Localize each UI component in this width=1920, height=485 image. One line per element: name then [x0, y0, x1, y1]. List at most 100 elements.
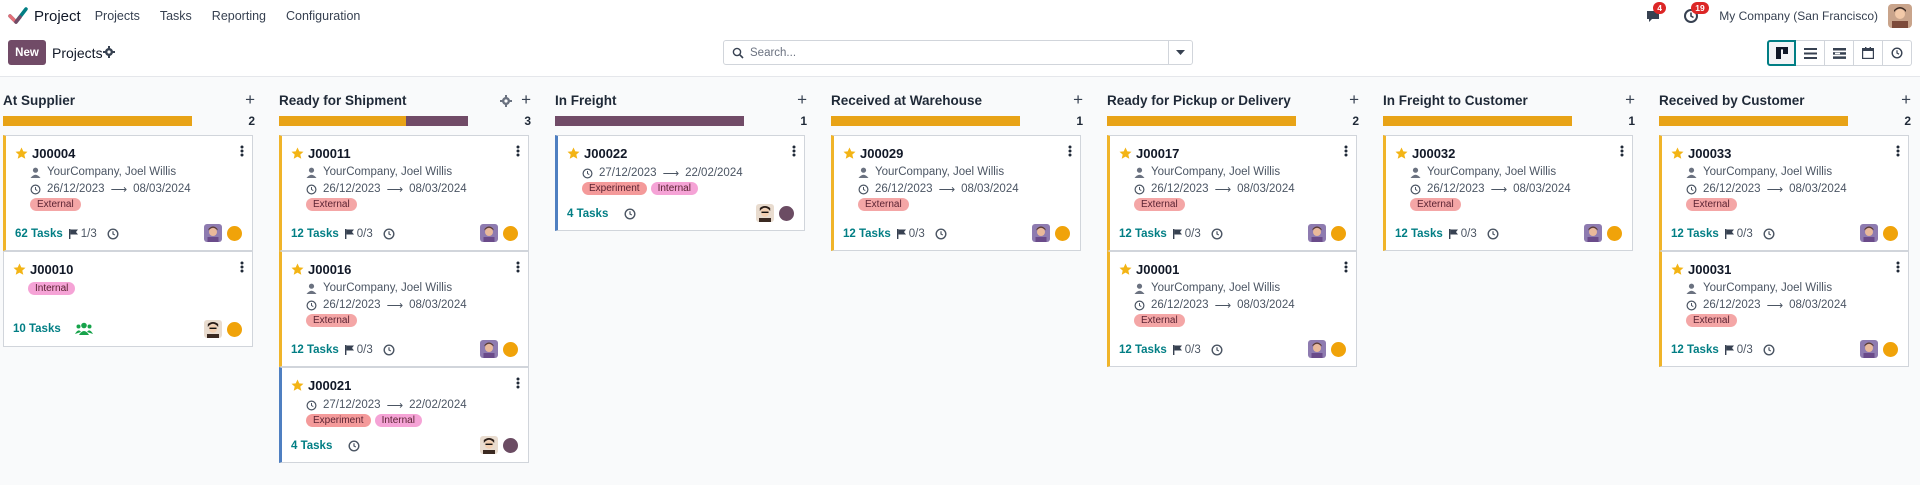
- status-indicator[interactable]: [227, 321, 242, 337]
- tasks-count-link[interactable]: 12 Tasks: [1671, 344, 1719, 356]
- app-brand[interactable]: Project: [8, 6, 95, 26]
- user-avatar[interactable]: [1888, 4, 1912, 28]
- more-options-icon[interactable]: [516, 145, 520, 157]
- project-card[interactable]: J00031 YourCompany, Joel Willis 26/12/2023…: [1659, 251, 1909, 367]
- status-indicator[interactable]: [503, 225, 518, 241]
- project-card[interactable]: J00016 YourCompany, Joel Willis 26/12/2023…: [279, 251, 529, 367]
- assignee-avatar[interactable]: [480, 436, 498, 454]
- project-card[interactable]: J00029 YourCompany, Joel Willis 26/12/2023…: [831, 135, 1081, 251]
- more-options-icon[interactable]: [1620, 145, 1624, 157]
- column-progress-bar[interactable]: [1659, 116, 1848, 126]
- column-progress-bar[interactable]: [3, 116, 192, 126]
- progress-segment[interactable]: [3, 116, 192, 126]
- column-header[interactable]: Ready for Pickup or Delivery +: [1104, 91, 1362, 111]
- activity-view-button[interactable]: [1883, 40, 1912, 66]
- add-card-button[interactable]: +: [521, 91, 531, 109]
- status-indicator[interactable]: [1055, 225, 1070, 241]
- add-card-button[interactable]: +: [1625, 91, 1635, 109]
- status-indicator[interactable]: [1607, 225, 1622, 241]
- assignee-avatar[interactable]: [1308, 340, 1326, 358]
- column-header[interactable]: In Freight +: [552, 91, 810, 111]
- column-progress-bar[interactable]: [831, 116, 1020, 126]
- column-progress-bar[interactable]: [555, 116, 744, 126]
- activity-clock-icon[interactable]: [348, 440, 360, 452]
- add-card-button[interactable]: +: [797, 91, 807, 109]
- activity-clock-icon[interactable]: [1763, 228, 1775, 240]
- list-view-button[interactable]: [1796, 40, 1825, 66]
- gear-icon[interactable]: [103, 46, 115, 58]
- more-options-icon[interactable]: [1344, 261, 1348, 273]
- progress-segment[interactable]: [831, 116, 1020, 126]
- progress-segment[interactable]: [555, 116, 744, 126]
- progress-segment[interactable]: [279, 116, 406, 126]
- status-indicator[interactable]: [503, 341, 518, 357]
- status-indicator[interactable]: [227, 225, 242, 241]
- more-options-icon[interactable]: [1896, 261, 1900, 273]
- activity-clock-icon[interactable]: [935, 228, 947, 240]
- tasks-count-link[interactable]: 12 Tasks: [1395, 228, 1443, 240]
- more-options-icon[interactable]: [792, 145, 796, 157]
- tasks-count-link[interactable]: 12 Tasks: [291, 228, 339, 240]
- progress-segment[interactable]: [1659, 116, 1848, 126]
- assignee-avatar[interactable]: [756, 204, 774, 222]
- activity-clock-icon[interactable]: [383, 228, 395, 240]
- project-card[interactable]: J00017 YourCompany, Joel Willis 26/12/2023…: [1107, 135, 1357, 251]
- assignee-avatar[interactable]: [480, 340, 498, 358]
- status-indicator[interactable]: [1331, 225, 1346, 241]
- menu-projects[interactable]: Projects: [95, 9, 140, 23]
- assignee-avatar[interactable]: [1308, 224, 1326, 242]
- status-indicator[interactable]: [1331, 341, 1346, 357]
- tasks-count-link[interactable]: 62 Tasks: [15, 228, 63, 240]
- activities-button[interactable]: 19: [1681, 2, 1709, 26]
- activity-clock-icon[interactable]: [1487, 228, 1499, 240]
- add-card-button[interactable]: +: [1349, 91, 1359, 109]
- tasks-count-link[interactable]: 12 Tasks: [843, 228, 891, 240]
- menu-tasks[interactable]: Tasks: [160, 9, 192, 23]
- progress-segment[interactable]: [1383, 116, 1572, 126]
- activity-clock-icon[interactable]: [1211, 344, 1223, 356]
- activity-clock-icon[interactable]: [624, 208, 636, 220]
- more-options-icon[interactable]: [1896, 145, 1900, 157]
- search-input[interactable]: [750, 46, 1168, 59]
- project-card[interactable]: J00033 YourCompany, Joel Willis 26/12/2023…: [1659, 135, 1909, 251]
- assignee-avatar[interactable]: [1584, 224, 1602, 242]
- column-header[interactable]: At Supplier +: [0, 91, 258, 111]
- assignee-avatar[interactable]: [204, 224, 222, 242]
- more-options-icon[interactable]: [240, 261, 244, 273]
- status-indicator[interactable]: [503, 437, 518, 453]
- tasks-count-link[interactable]: 12 Tasks: [291, 344, 339, 356]
- activity-clock-icon[interactable]: [1211, 228, 1223, 240]
- more-options-icon[interactable]: [516, 377, 520, 389]
- project-card[interactable]: J00021 27/12/2023 ⟶ 22/02/2024 Experiment Int…: [279, 367, 529, 463]
- kanban-view-button[interactable]: [1767, 40, 1796, 66]
- tasks-count-link[interactable]: 12 Tasks: [1119, 344, 1167, 356]
- calendar-view-button[interactable]: [1854, 40, 1883, 66]
- more-options-icon[interactable]: [1344, 145, 1348, 157]
- add-card-button[interactable]: +: [1901, 91, 1911, 109]
- add-card-button[interactable]: +: [245, 91, 255, 109]
- tasks-count-link[interactable]: 4 Tasks: [291, 440, 332, 452]
- project-card[interactable]: J00001 YourCompany, Joel Willis 26/12/2023…: [1107, 251, 1357, 367]
- progress-segment[interactable]: [1107, 116, 1296, 126]
- messages-button[interactable]: 4: [1643, 2, 1667, 26]
- column-header[interactable]: Received by Customer +: [1656, 91, 1914, 111]
- project-card[interactable]: J00010 Internal 10 Tasks: [3, 251, 253, 347]
- tasks-count-link[interactable]: 12 Tasks: [1671, 228, 1719, 240]
- column-progress-bar[interactable]: [1383, 116, 1572, 126]
- more-options-icon[interactable]: [516, 261, 520, 273]
- assignee-avatar[interactable]: [1860, 224, 1878, 242]
- new-button[interactable]: New: [8, 40, 46, 65]
- activity-clock-icon[interactable]: [107, 228, 119, 240]
- menu-configuration[interactable]: Configuration: [286, 9, 360, 23]
- assignee-avatar[interactable]: [1032, 224, 1050, 242]
- add-card-button[interactable]: +: [1073, 91, 1083, 109]
- tasks-count-link[interactable]: 10 Tasks: [13, 323, 61, 335]
- tasks-count-link[interactable]: 4 Tasks: [567, 208, 608, 220]
- project-card[interactable]: J00004 YourCompany, Joel Willis 26/12/2023…: [3, 135, 253, 251]
- project-card[interactable]: J00022 27/12/2023 ⟶ 22/02/2024 Experiment Int…: [555, 135, 805, 231]
- gantt-view-button[interactable]: [1825, 40, 1854, 66]
- project-card[interactable]: J00032 YourCompany, Joel Willis 26/12/2023…: [1383, 135, 1633, 251]
- project-card[interactable]: J00011 YourCompany, Joel Willis 26/12/2023…: [279, 135, 529, 251]
- status-indicator[interactable]: [779, 205, 794, 221]
- more-options-icon[interactable]: [1068, 145, 1072, 157]
